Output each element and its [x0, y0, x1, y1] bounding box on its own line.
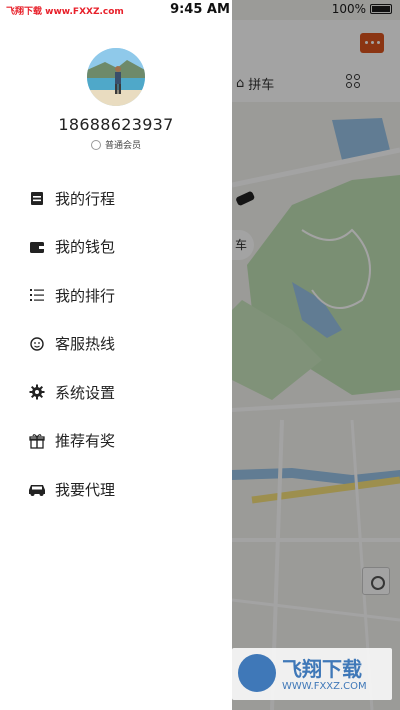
user-phone: 18688623937	[58, 115, 174, 134]
drawer-overlay[interactable]	[232, 0, 400, 710]
member-level-label: 普通会员	[104, 141, 141, 151]
menu-item-ranking[interactable]: 我的排行	[0, 271, 232, 320]
menu-item-settings[interactable]: 系统设置	[0, 368, 232, 417]
battery-indicator: 100%	[332, 2, 392, 16]
menu-item-label: 我的行程	[55, 189, 116, 208]
menu-item-referral[interactable]: 推荐有奖	[0, 417, 232, 466]
menu-item-label: 我的排行	[55, 286, 116, 305]
site-watermark: 飞翔下载 WWW.FXXZ.COM	[232, 648, 392, 700]
settings-icon	[28, 383, 46, 401]
menu-item-label: 推荐有奖	[55, 432, 116, 451]
menu-item-label: 我要代理	[55, 480, 116, 499]
avatar-image	[87, 48, 145, 106]
status-bar: 飞翔下载 www.FXXZ.com 9:45 AM 100%	[0, 0, 400, 20]
side-drawer: 18688623937 普通会员 我的行程 我的钱包 我的排行 客服热线 系统设…	[0, 0, 232, 710]
drawer-menu: 我的行程 我的钱包 我的排行 客服热线 系统设置 推荐有奖 我要代理	[0, 174, 232, 514]
battery-icon	[370, 4, 392, 14]
itinerary-icon	[28, 189, 46, 207]
member-level: 普通会员	[0, 138, 232, 151]
menu-item-label: 系统设置	[55, 383, 116, 402]
battery-percent: 100%	[331, 2, 366, 16]
menu-item-customer-service[interactable]: 客服热线	[0, 320, 232, 369]
menu-item-wallet[interactable]: 我的钱包	[0, 223, 232, 272]
customer-service-icon	[28, 335, 46, 353]
gift-icon	[28, 432, 46, 450]
menu-item-label: 客服热线	[55, 335, 116, 354]
watermark-title: 飞翔下载	[282, 657, 362, 681]
map-panel[interactable]: ⌂ 拼车 车 飞翔下载 WWW.FXXZ.COM	[232, 0, 400, 710]
menu-item-agent[interactable]: 我要代理	[0, 465, 232, 514]
ranking-icon	[28, 286, 46, 304]
avatar[interactable]	[87, 48, 145, 106]
watermark-logo-icon	[238, 654, 276, 692]
wallet-icon	[28, 238, 46, 256]
menu-item-itinerary[interactable]: 我的行程	[0, 174, 232, 223]
member-badge-icon	[90, 139, 101, 150]
menu-item-label: 我的钱包	[55, 238, 116, 257]
agent-car-icon	[28, 480, 46, 498]
watermark-url: WWW.FXXZ.COM	[282, 681, 367, 692]
